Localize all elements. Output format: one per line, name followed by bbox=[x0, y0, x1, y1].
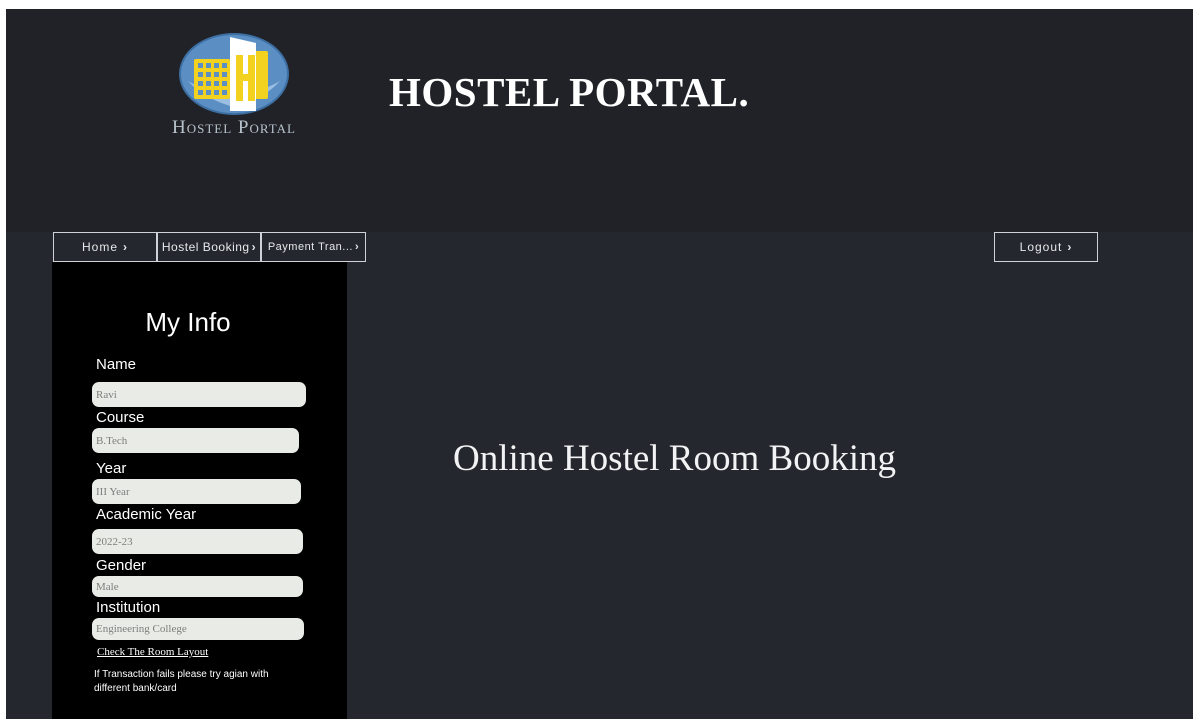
gender-field[interactable]: Male bbox=[92, 576, 303, 597]
logo-text: Hostel Portal bbox=[172, 117, 296, 138]
nav-hostel-booking-label: Hostel Booking bbox=[161, 240, 250, 254]
institution-label: Institution bbox=[96, 599, 161, 616]
page-frame: Hostel Portal HOSTEL PORTAL. Home › Host… bbox=[6, 9, 1193, 719]
academic-year-label: Academic Year bbox=[96, 506, 197, 523]
gender-label: Gender bbox=[96, 557, 147, 574]
nav-payment-button[interactable]: Payment Tran... › bbox=[261, 232, 366, 262]
logout-label: Logout bbox=[1019, 240, 1063, 254]
nav-home-button[interactable]: Home › bbox=[53, 232, 157, 262]
course-label: Course bbox=[96, 409, 145, 426]
nav-hostel-booking-button[interactable]: Hostel Booking › bbox=[157, 232, 261, 262]
nav-home-label: Home bbox=[81, 240, 118, 254]
check-room-layout-link[interactable]: Check The Room Layout bbox=[97, 646, 208, 658]
chevron-right-icon: › bbox=[123, 240, 128, 254]
chevron-right-icon: › bbox=[1067, 240, 1073, 254]
nav-payment-label: Payment Tran... bbox=[267, 241, 353, 253]
site-title: HOSTEL PORTAL. bbox=[389, 69, 750, 115]
my-info-sidebar: My Info Name Ravi Course B.Tech Year III… bbox=[52, 262, 347, 719]
academic-year-field[interactable]: 2022-23 bbox=[92, 529, 303, 554]
my-info-title: My Info bbox=[145, 307, 231, 337]
chevron-right-icon: › bbox=[354, 241, 360, 253]
transaction-note: If Transaction fails please try agian wi… bbox=[94, 669, 269, 694]
name-field[interactable]: Ravi bbox=[92, 382, 306, 407]
institution-field[interactable]: Engineering College bbox=[92, 618, 304, 640]
hostel-logo: Hostel Portal bbox=[144, 29, 324, 141]
building-logo-icon bbox=[179, 33, 289, 115]
main-heading: Online Hostel Room Booking bbox=[453, 438, 896, 479]
logout-button[interactable]: Logout › bbox=[994, 232, 1098, 262]
year-field[interactable]: III Year bbox=[92, 479, 301, 504]
course-field[interactable]: B.Tech bbox=[92, 428, 299, 453]
header: Hostel Portal HOSTEL PORTAL. bbox=[6, 9, 1193, 232]
chevron-right-icon: › bbox=[251, 240, 257, 254]
name-label: Name bbox=[96, 356, 137, 373]
year-label: Year bbox=[96, 460, 127, 477]
